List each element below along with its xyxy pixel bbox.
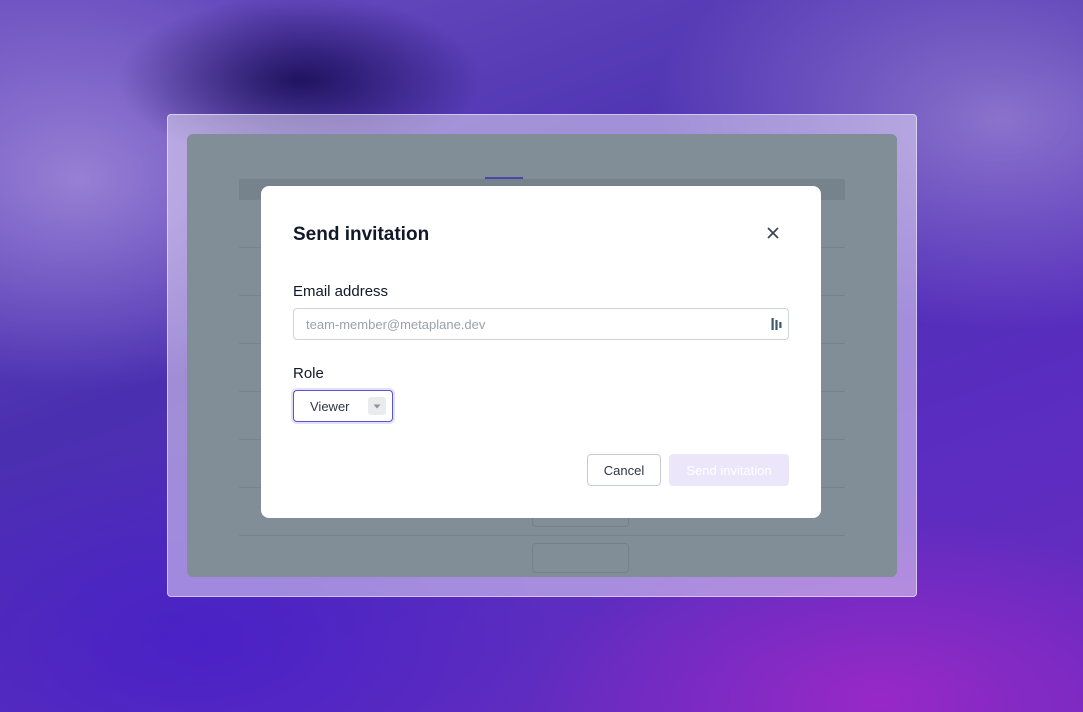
role-select[interactable]: Viewer [293, 390, 393, 422]
email-input[interactable] [294, 309, 764, 339]
close-icon [767, 227, 779, 239]
close-button[interactable] [763, 223, 783, 243]
table-row-divider [239, 535, 845, 536]
email-label: Email address [293, 283, 389, 300]
active-tab-indicator [485, 177, 523, 179]
dialog-title: Send invitation [293, 224, 430, 245]
cancel-button[interactable]: Cancel [587, 454, 661, 486]
row-action-button [532, 543, 629, 573]
invite-dialog: Send invitation Email address Role Viewe… [261, 186, 821, 518]
password-manager-icon[interactable] [771, 317, 783, 331]
role-label: Role [293, 365, 324, 382]
role-selected-value: Viewer [310, 399, 350, 414]
email-field-wrapper [293, 308, 789, 340]
send-invitation-button[interactable]: Send invitation [669, 454, 789, 486]
chevron-down-icon [368, 397, 386, 415]
